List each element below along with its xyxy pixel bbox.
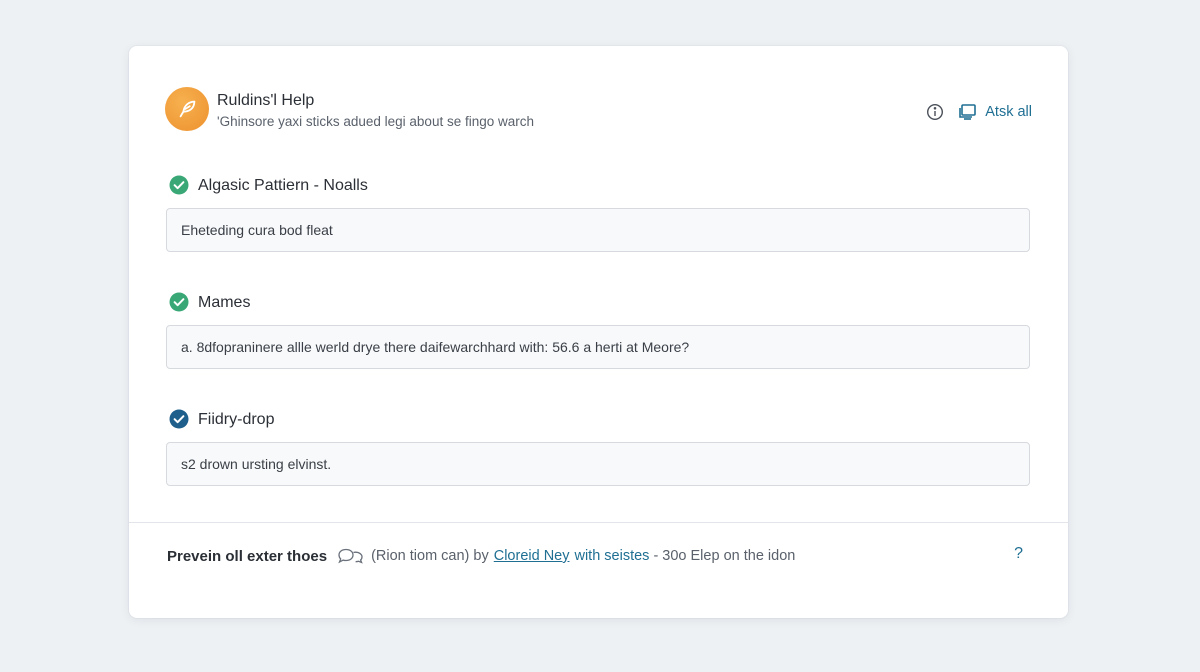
help-question-button[interactable]: ?: [1014, 545, 1023, 563]
chat-bubbles-icon: [336, 546, 366, 566]
card-header: Ruldins'l Help 'Ghinsore yaxi sticks adu…: [165, 87, 1032, 133]
footer-divider: [129, 522, 1068, 523]
ask-all-button[interactable]: Atsk all: [958, 103, 1032, 121]
footer-link-secondary[interactable]: with seistes: [574, 548, 649, 564]
check-circle-icon: [169, 175, 189, 195]
field-group-fiidry-drop: Fiidry-drop: [166, 409, 1030, 486]
help-card: Ruldins'l Help 'Ghinsore yaxi sticks adu…: [129, 46, 1068, 618]
app-title: Ruldins'l Help: [217, 92, 315, 109]
monitor-icon: [958, 103, 978, 121]
field-group-algasic-pattiern: Algasic Pattiern - Noalls: [166, 175, 1030, 252]
footer-lead: Prevein oll exter thoes: [167, 547, 328, 565]
card-footer: Prevein oll exter thoes (Rion tiom can) …: [167, 544, 1033, 568]
field-label: Algasic Pattiern - Noalls: [198, 177, 368, 194]
app-logo: [165, 87, 209, 131]
ask-all-label: Atsk all: [985, 104, 1032, 120]
feather-icon: [176, 98, 198, 120]
field-label: Mames: [198, 294, 251, 311]
field-header: Algasic Pattiern - Noalls: [166, 175, 1030, 197]
field-group-mames: Mames: [166, 292, 1030, 369]
app-subtitle: 'Ghinsore yaxi sticks adued legi about s…: [217, 114, 534, 129]
check-circle-icon: [169, 292, 189, 312]
info-icon[interactable]: [926, 103, 944, 121]
text-field[interactable]: [166, 442, 1030, 486]
field-label: Fiidry-drop: [198, 411, 275, 428]
footer-tail: - 30o Elep on the idon: [653, 548, 796, 564]
text-field[interactable]: [166, 208, 1030, 252]
field-header: Fiidry-drop: [166, 409, 1030, 431]
footer-text: (Rion tiom can) by: [371, 548, 489, 564]
header-actions: Atsk all: [926, 102, 1032, 122]
footer-link[interactable]: Cloreid Ney: [494, 548, 570, 564]
check-circle-icon: [169, 409, 189, 429]
field-header: Mames: [166, 292, 1030, 314]
text-field[interactable]: [166, 325, 1030, 369]
